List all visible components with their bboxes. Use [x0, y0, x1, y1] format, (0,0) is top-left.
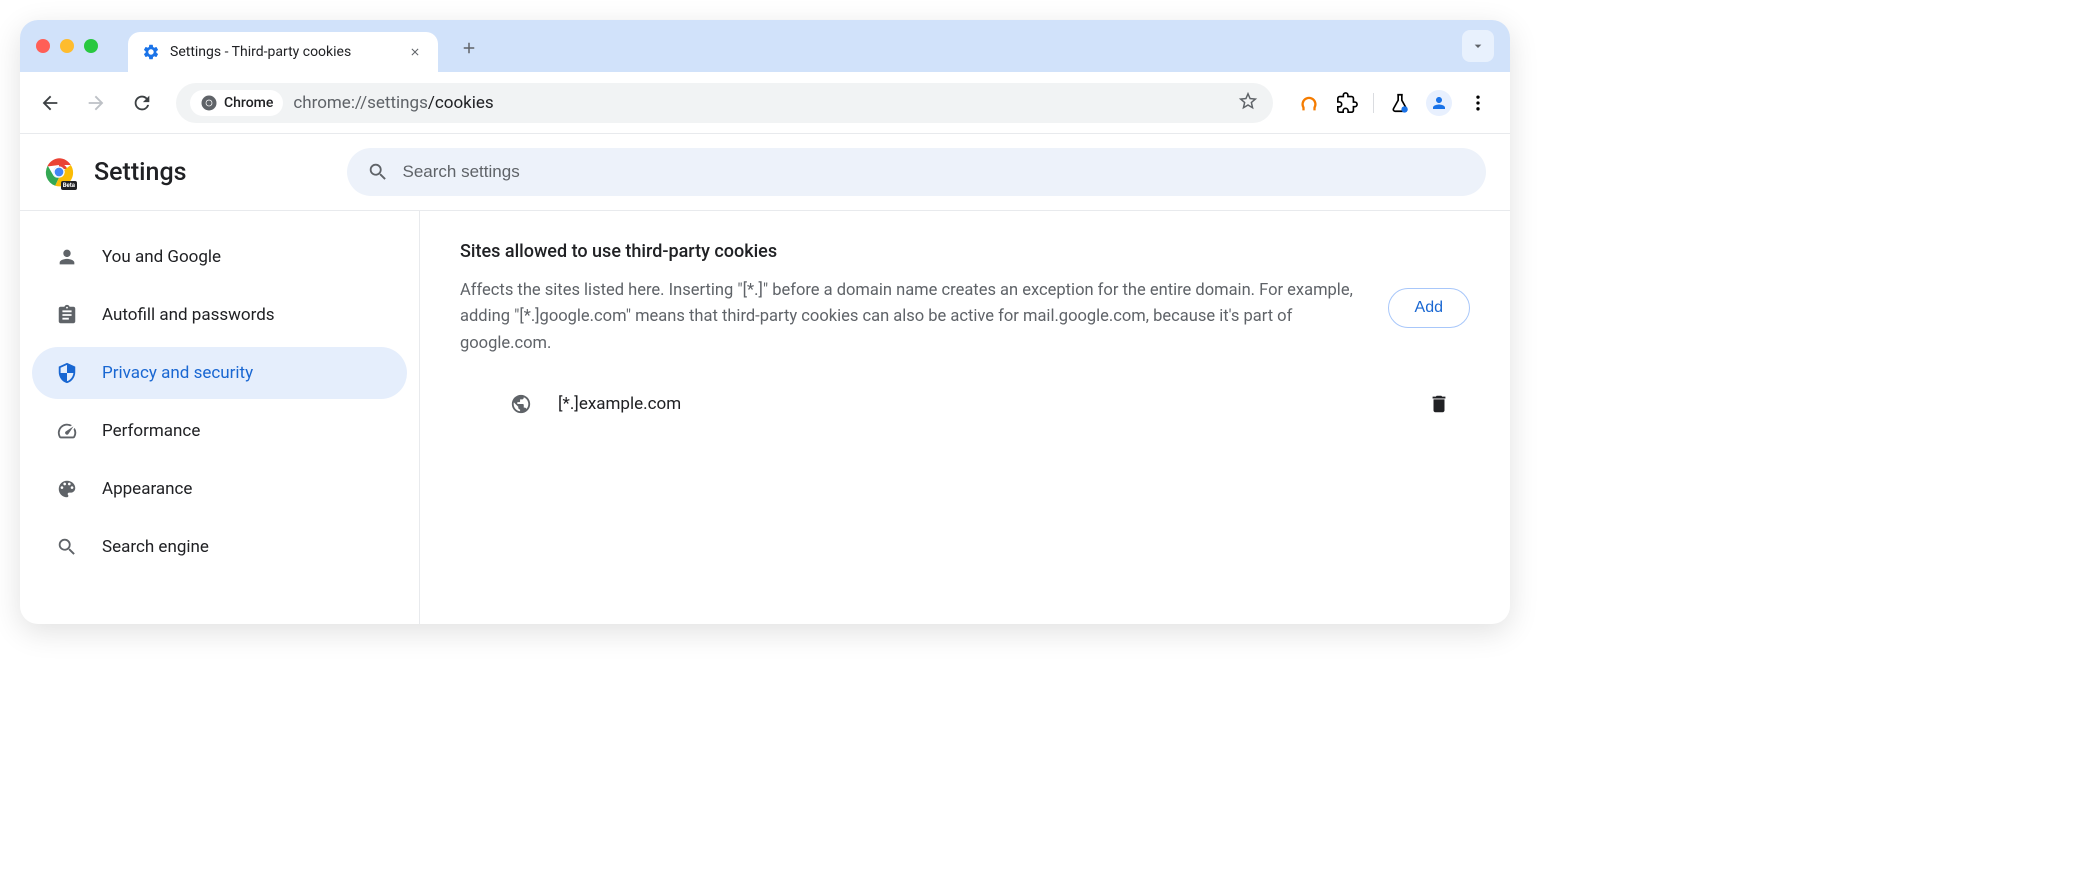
- close-tab-button[interactable]: [406, 43, 424, 61]
- labs-button[interactable]: [1388, 91, 1412, 115]
- site-domain: [*.]example.com: [558, 394, 1402, 414]
- close-icon: [409, 46, 421, 58]
- search-icon: [367, 161, 389, 183]
- tab-list-button[interactable]: [1462, 30, 1494, 62]
- browser-tab[interactable]: Settings - Third-party cookies: [128, 32, 438, 72]
- back-button[interactable]: [30, 83, 70, 123]
- sidebar-item-privacy-security[interactable]: Privacy and security: [32, 347, 407, 399]
- settings-title: Settings: [94, 158, 187, 187]
- sidebar-item-label: Search engine: [102, 537, 209, 557]
- shield-icon: [56, 362, 78, 384]
- beta-badge: Beta: [61, 181, 77, 190]
- address-bar[interactable]: Chrome chrome://settings/cookies: [176, 83, 1273, 123]
- forward-button[interactable]: [76, 83, 116, 123]
- globe-icon: [510, 393, 532, 415]
- divider: [1373, 93, 1374, 113]
- person-icon: [56, 246, 78, 268]
- chrome-chip: Chrome: [190, 90, 283, 116]
- kebab-icon: [1468, 93, 1488, 113]
- search-icon: [56, 536, 78, 558]
- chevron-down-icon: [1470, 38, 1486, 54]
- omega-icon: [1298, 92, 1320, 114]
- search-input[interactable]: [403, 162, 1466, 182]
- sidebar-item-you-and-google[interactable]: You and Google: [32, 231, 407, 283]
- extension-icon-1[interactable]: [1297, 91, 1321, 115]
- sidebar-item-autofill[interactable]: Autofill and passwords: [32, 289, 407, 341]
- delete-button[interactable]: [1428, 393, 1450, 415]
- clipboard-icon: [56, 304, 78, 326]
- arrow-left-icon: [39, 92, 61, 114]
- site-row: [*.]example.com: [510, 387, 1470, 421]
- extensions-button[interactable]: [1335, 91, 1359, 115]
- search-container: [347, 148, 1486, 196]
- settings-body: You and Google Autofill and passwords Pr…: [20, 211, 1510, 624]
- flask-icon: [1389, 92, 1411, 114]
- browser-window: Settings - Third-party cookies Chrome: [20, 20, 1510, 624]
- chrome-icon: [200, 94, 218, 112]
- extension-icons: [1287, 90, 1500, 116]
- new-tab-button[interactable]: [454, 33, 484, 63]
- sidebar-item-label: You and Google: [102, 247, 221, 267]
- sidebar-item-appearance[interactable]: Appearance: [32, 463, 407, 515]
- person-icon: [1430, 94, 1448, 112]
- url-path: /cookies: [428, 93, 494, 113]
- tab-strip: Settings - Third-party cookies: [20, 20, 1510, 72]
- settings-content: Beta Settings You and Google Autofill an…: [20, 134, 1510, 624]
- sidebar-item-label: Autofill and passwords: [102, 305, 275, 325]
- maximize-window-button[interactable]: [84, 39, 98, 53]
- star-icon: [1237, 90, 1259, 112]
- reload-icon: [131, 92, 153, 114]
- menu-button[interactable]: [1466, 91, 1490, 115]
- site-list: [*.]example.com: [460, 387, 1470, 421]
- minimize-window-button[interactable]: [60, 39, 74, 53]
- arrow-right-icon: [85, 92, 107, 114]
- url-prefix: chrome://settings: [293, 93, 428, 113]
- reload-button[interactable]: [122, 83, 162, 123]
- main-panel: Sites allowed to use third-party cookies…: [420, 211, 1510, 624]
- bookmark-button[interactable]: [1237, 90, 1259, 116]
- sidebar-item-label: Appearance: [102, 479, 192, 499]
- url-text: chrome://settings/cookies: [293, 93, 493, 113]
- sidebar-item-search-engine[interactable]: Search engine: [32, 521, 407, 573]
- sidebar-item-label: Privacy and security: [102, 363, 253, 383]
- search-bar[interactable]: [347, 148, 1486, 196]
- sidebar-item-performance[interactable]: Performance: [32, 405, 407, 457]
- chrome-chip-label: Chrome: [224, 95, 273, 111]
- sidebar-item-label: Performance: [102, 421, 200, 441]
- section-row: Affects the sites listed here. Inserting…: [460, 278, 1470, 357]
- speedometer-icon: [56, 420, 78, 442]
- chrome-logo: Beta: [44, 157, 74, 187]
- sidebar: You and Google Autofill and passwords Pr…: [20, 211, 420, 624]
- gear-icon: [142, 43, 160, 61]
- profile-button[interactable]: [1426, 90, 1452, 116]
- browser-toolbar: Chrome chrome://settings/cookies: [20, 72, 1510, 134]
- trash-icon: [1433, 396, 1446, 413]
- window-controls: [36, 39, 98, 53]
- tab-title: Settings - Third-party cookies: [170, 44, 396, 60]
- section-title: Sites allowed to use third-party cookies: [460, 241, 1470, 262]
- section-description: Affects the sites listed here. Inserting…: [460, 278, 1358, 357]
- plus-icon: [460, 39, 478, 57]
- add-button[interactable]: Add: [1388, 288, 1470, 328]
- puzzle-icon: [1336, 92, 1358, 114]
- palette-icon: [56, 478, 78, 500]
- settings-header: Beta Settings: [20, 134, 1510, 211]
- close-window-button[interactable]: [36, 39, 50, 53]
